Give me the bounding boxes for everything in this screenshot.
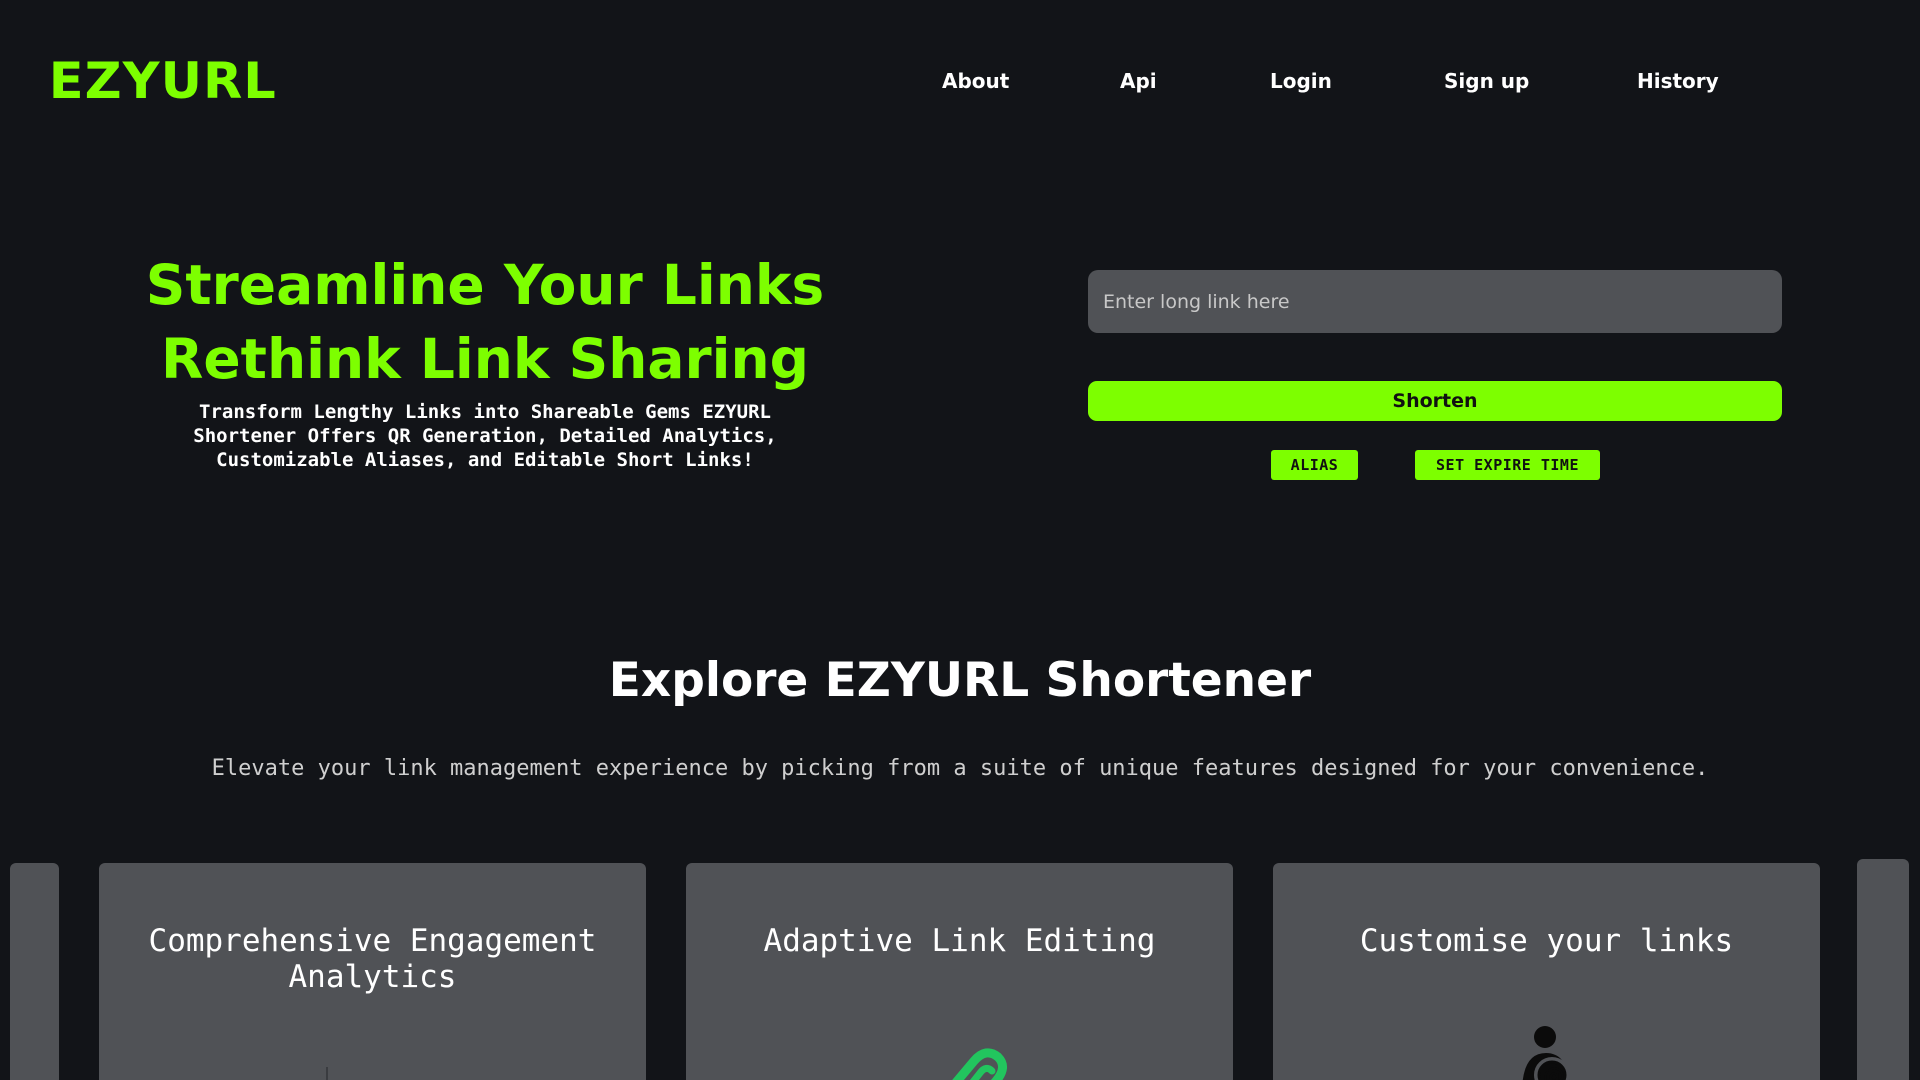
svg-text:@: @ [1543, 1064, 1565, 1080]
alias-button[interactable]: ALIAS [1271, 450, 1358, 480]
hero-title-line1: Streamline Your Links [145, 253, 825, 317]
main-nav: About Api Login Sign up History [0, 66, 1920, 96]
hero-title-line2: Rethink Link Sharing [161, 327, 809, 391]
hero-subtitle: Transform Lengthy Links into Shareable G… [193, 401, 777, 471]
feature-card-analytics[interactable]: Comprehensive Engagement Analytics [99, 863, 646, 1080]
feature-card-partial-left[interactable] [10, 863, 59, 1080]
feature-card-link-editing[interactable]: Adaptive Link Editing [686, 863, 1233, 1080]
nav-about[interactable]: About [942, 66, 1009, 96]
page: EZYURL About Api Login Sign up History S… [0, 0, 1920, 1080]
card-title: Comprehensive Engagement Analytics [148, 923, 597, 995]
analytics-icon [326, 1067, 328, 1080]
card-title: Adaptive Link Editing [763, 923, 1156, 959]
link-edit-icon [952, 1048, 1007, 1080]
nav-history[interactable]: History [1637, 66, 1719, 96]
nav-signup[interactable]: Sign up [1444, 66, 1529, 96]
explore-subtitle: Elevate your link management experience … [211, 756, 1709, 781]
nav-api[interactable]: Api [1120, 66, 1157, 96]
at-user-icon: @ [1522, 1026, 1570, 1080]
nav-login[interactable]: Login [1270, 66, 1332, 96]
feature-card-customise[interactable]: Customise your links @ [1273, 863, 1820, 1080]
shorten-button[interactable]: Shorten [1088, 381, 1782, 421]
card-title: Customise your links [1359, 923, 1734, 959]
set-expire-time-button[interactable]: SET EXPIRE TIME [1415, 450, 1600, 480]
explore-title: Explore EZYURL Shortener [608, 653, 1312, 708]
long-link-input[interactable] [1088, 270, 1782, 333]
feature-card-partial-right[interactable] [1857, 859, 1909, 1080]
